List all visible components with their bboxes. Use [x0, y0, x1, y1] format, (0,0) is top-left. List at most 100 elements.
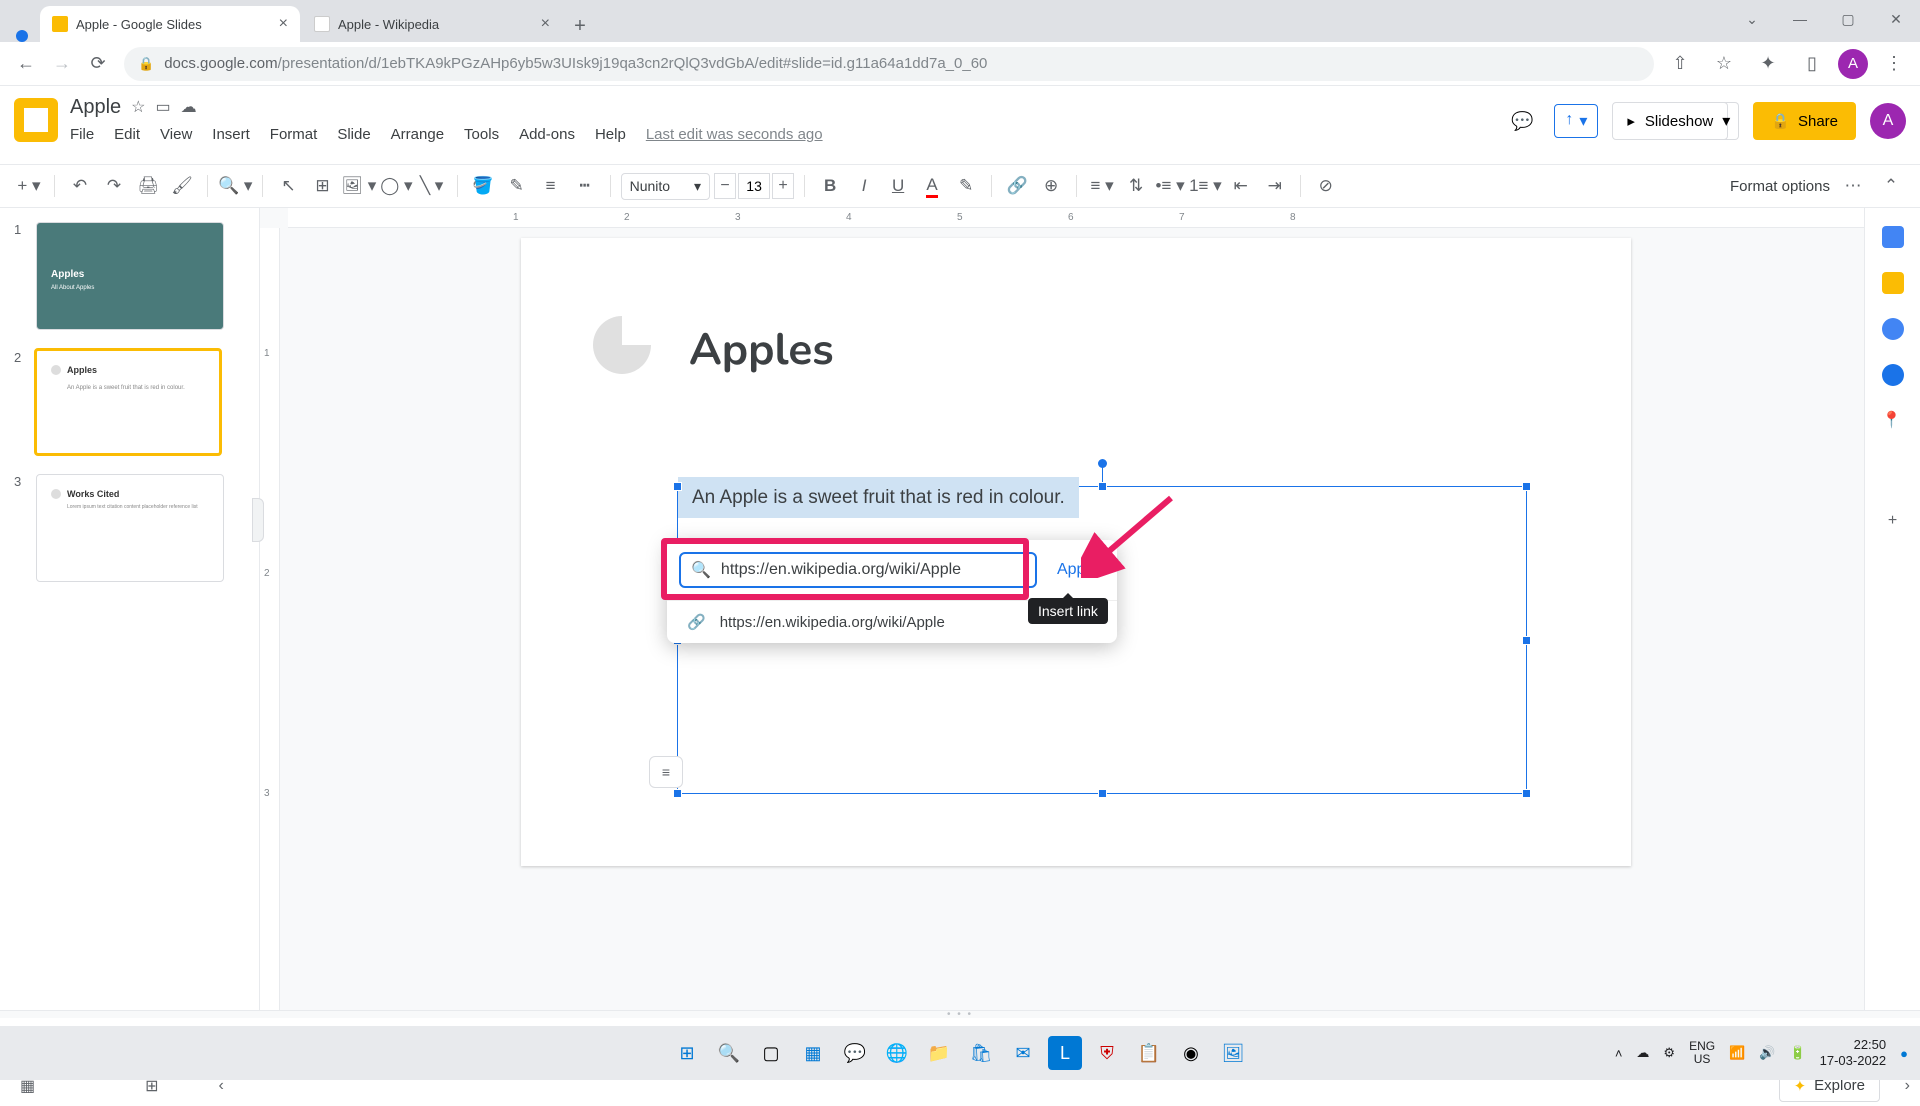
mail-icon[interactable]: ✉: [1006, 1036, 1040, 1070]
share-page-icon[interactable]: ⇧: [1662, 46, 1698, 82]
textbox-content[interactable]: An Apple is a sweet fruit that is red in…: [678, 477, 1079, 518]
maximize-button[interactable]: ▢: [1824, 0, 1872, 38]
font-size-input[interactable]: [738, 173, 770, 199]
slide-thumbnail-2[interactable]: Apples An Apple is a sweet fruit that is…: [34, 348, 222, 456]
image-tool[interactable]: 🖼 ▾: [341, 171, 376, 201]
add-panel-button[interactable]: +: [1882, 510, 1904, 532]
link-url-input[interactable]: [721, 561, 1025, 579]
star-icon[interactable]: ☆: [131, 97, 145, 117]
border-dash-button[interactable]: ┅: [570, 171, 600, 201]
calendar-icon[interactable]: [1882, 226, 1904, 248]
slideshow-button[interactable]: ▸ Slideshow: [1612, 102, 1728, 140]
collapse-panel-handle[interactable]: [252, 498, 264, 542]
number-list-button[interactable]: 1≡ ▾: [1189, 171, 1222, 201]
menu-insert[interactable]: Insert: [212, 126, 250, 143]
notes-resize-handle[interactable]: • • •: [0, 1010, 1920, 1018]
back-button[interactable]: ←: [8, 46, 44, 82]
present-button[interactable]: ↑▾: [1554, 104, 1598, 138]
speaker-notes-toggle[interactable]: ≡: [649, 756, 683, 788]
mcafee-icon[interactable]: ⛨: [1090, 1036, 1124, 1070]
close-icon[interactable]: ×: [279, 15, 288, 33]
onedrive-icon[interactable]: ☁: [1636, 1045, 1649, 1061]
format-options-button[interactable]: Format options: [1730, 178, 1830, 195]
store-icon[interactable]: 🛍: [964, 1036, 998, 1070]
redo-button[interactable]: ↷: [99, 171, 129, 201]
browser-tab-slides[interactable]: Apple - Google Slides ×: [40, 6, 300, 42]
border-color-button[interactable]: ✎: [502, 171, 532, 201]
resize-handle[interactable]: [1522, 789, 1531, 798]
clock[interactable]: 22:5017-03-2022: [1820, 1037, 1887, 1068]
menu-tools[interactable]: Tools: [464, 126, 499, 143]
underline-button[interactable]: U: [883, 171, 913, 201]
app-icon[interactable]: L: [1048, 1036, 1082, 1070]
insert-comment-button[interactable]: ⊕: [1036, 171, 1066, 201]
clear-format-button[interactable]: ⊘: [1311, 171, 1341, 201]
align-button[interactable]: ≡ ▾: [1087, 171, 1117, 201]
photos-icon[interactable]: 🖼: [1216, 1036, 1250, 1070]
search-icon[interactable]: 🔍: [712, 1036, 746, 1070]
contacts-icon[interactable]: [1882, 364, 1904, 386]
new-tab-button[interactable]: +: [564, 10, 596, 42]
resize-handle[interactable]: [673, 789, 682, 798]
volume-icon[interactable]: 🔊: [1759, 1045, 1775, 1061]
font-size-increase[interactable]: +: [772, 173, 794, 199]
task-view-icon[interactable]: ▢: [754, 1036, 788, 1070]
resize-handle[interactable]: [673, 482, 682, 491]
highlight-button[interactable]: ✎: [951, 171, 981, 201]
resize-handle[interactable]: [1098, 482, 1107, 491]
profile-avatar[interactable]: A: [1838, 49, 1868, 79]
print-button[interactable]: 🖨: [133, 171, 163, 201]
browser-tab-wikipedia[interactable]: Apple - Wikipedia ×: [302, 6, 562, 42]
fill-color-button[interactable]: 🪣: [468, 171, 498, 201]
maps-icon[interactable]: 📍: [1882, 410, 1904, 432]
minimize-button[interactable]: —: [1776, 0, 1824, 38]
notifications-icon[interactable]: ●: [1900, 1046, 1908, 1061]
line-spacing-button[interactable]: ⇅: [1121, 171, 1151, 201]
slide-thumbnail-3[interactable]: Works Cited Lorem ipsum text citation co…: [36, 474, 224, 582]
rotation-handle[interactable]: [1098, 459, 1107, 468]
account-avatar[interactable]: A: [1870, 103, 1906, 139]
language-indicator[interactable]: ENGUS: [1689, 1040, 1715, 1066]
font-selector[interactable]: Nunito▾: [621, 173, 711, 200]
chat-icon[interactable]: 💬: [838, 1036, 872, 1070]
menu-addons[interactable]: Add-ons: [519, 126, 575, 143]
resize-handle[interactable]: [1098, 789, 1107, 798]
textbox-tool[interactable]: ⊞: [307, 171, 337, 201]
slide-thumbnail-1[interactable]: Apples All About Apples: [36, 222, 224, 330]
keep-icon[interactable]: [1882, 272, 1904, 294]
menu-help[interactable]: Help: [595, 126, 626, 143]
menu-slide[interactable]: Slide: [337, 126, 370, 143]
slide-title-text[interactable]: Apples: [689, 320, 834, 380]
shape-tool[interactable]: ◯ ▾: [380, 171, 412, 201]
menu-edit[interactable]: Edit: [114, 126, 140, 143]
bold-button[interactable]: B: [815, 171, 845, 201]
reload-button[interactable]: ⟳: [80, 46, 116, 82]
collapse-toolbar-button[interactable]: ⌃: [1876, 171, 1906, 201]
border-weight-button[interactable]: ≡: [536, 171, 566, 201]
select-tool[interactable]: ↖: [273, 171, 303, 201]
address-bar[interactable]: 🔒 docs.google.com/presentation/d/1ebTKA9…: [124, 47, 1654, 81]
new-slide-button[interactable]: + ▾: [14, 171, 44, 201]
undo-button[interactable]: ↶: [65, 171, 95, 201]
tray-chevron-icon[interactable]: ˄: [1615, 1046, 1623, 1061]
last-edit-info[interactable]: Last edit was seconds ago: [646, 126, 823, 143]
menu-view[interactable]: View: [160, 126, 192, 143]
bullet-list-button[interactable]: •≡ ▾: [1155, 171, 1185, 201]
text-color-button[interactable]: A: [917, 171, 947, 201]
widgets-icon[interactable]: ▦: [796, 1036, 830, 1070]
zoom-button[interactable]: 🔍 ▾: [218, 171, 252, 201]
move-folder-icon[interactable]: ▭: [156, 97, 171, 117]
wifi-icon[interactable]: 📶: [1729, 1045, 1745, 1061]
edge-icon[interactable]: 🌐: [880, 1036, 914, 1070]
bookmark-star-icon[interactable]: ☆: [1706, 46, 1742, 82]
paint-format-button[interactable]: 🖌: [167, 171, 197, 201]
file-explorer-icon[interactable]: 📁: [922, 1036, 956, 1070]
menu-file[interactable]: File: [70, 126, 94, 143]
close-icon[interactable]: ×: [541, 15, 550, 33]
forward-button[interactable]: →: [44, 46, 80, 82]
sidepanel-icon[interactable]: ▯: [1794, 46, 1830, 82]
tasks-icon[interactable]: [1882, 318, 1904, 340]
resize-handle[interactable]: [1522, 482, 1531, 491]
current-slide[interactable]: Apples An Apple is a sweet fruit that is…: [521, 238, 1631, 866]
chrome-icon[interactable]: ◉: [1174, 1036, 1208, 1070]
